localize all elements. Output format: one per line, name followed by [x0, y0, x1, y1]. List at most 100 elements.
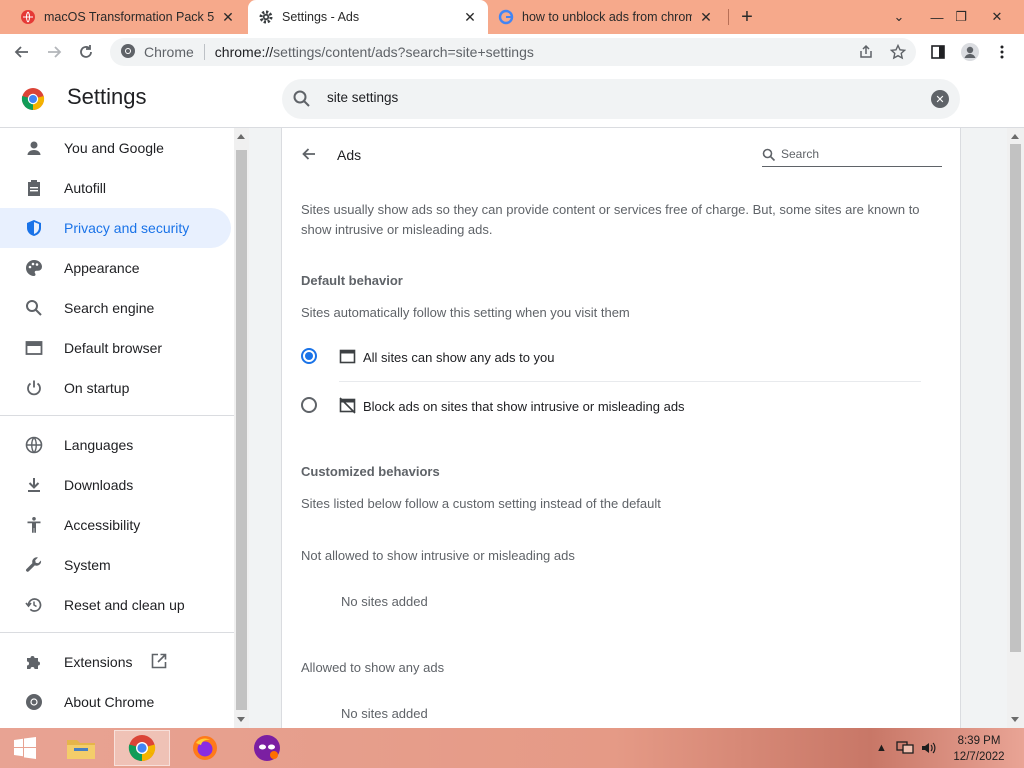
tab-title: how to unblock ads from chrome — [522, 10, 692, 24]
sidebar-item-autofill[interactable]: Autofill — [0, 168, 231, 208]
main-scrollbar[interactable] — [1007, 128, 1024, 728]
firefox-icon[interactable] — [182, 730, 228, 766]
tab-separator — [728, 9, 729, 25]
ad-window-icon — [339, 348, 356, 365]
tab-settings-ads[interactable]: Settings - Ads ✕ — [248, 0, 488, 34]
scrollbar-thumb[interactable] — [1010, 144, 1021, 652]
allowed-sites-empty: No sites added — [341, 706, 428, 721]
file-explorer-icon[interactable] — [58, 730, 104, 766]
share-icon[interactable] — [854, 40, 878, 64]
close-window-button[interactable]: ✕ — [980, 0, 1014, 34]
back-arrow-icon[interactable] — [300, 145, 320, 165]
wrench-icon — [24, 555, 44, 575]
settings-search-field[interactable]: site settings ✕ — [282, 79, 960, 119]
address-bar[interactable]: Chrome chrome://settings/content/ads?sea… — [110, 38, 916, 66]
chrome-taskbar-icon[interactable] — [114, 730, 170, 766]
shield-icon — [24, 218, 44, 238]
back-button[interactable] — [10, 40, 34, 64]
scrollbar-thumb[interactable] — [236, 150, 247, 710]
ads-search-placeholder: Search — [781, 147, 820, 161]
default-behavior-heading: Default behavior — [301, 273, 403, 288]
close-tab-icon[interactable]: ✕ — [698, 9, 714, 25]
settings-search-input[interactable]: site settings — [327, 90, 398, 105]
browser-toolbar: Chrome chrome://settings/content/ads?sea… — [0, 34, 1024, 70]
sidebar-item-appearance[interactable]: Appearance — [0, 248, 231, 288]
radio-button-checked[interactable] — [301, 348, 317, 364]
forward-button[interactable] — [42, 40, 66, 64]
sidebar-item-label: On startup — [64, 380, 130, 396]
gear-icon — [258, 9, 274, 25]
reload-button[interactable] — [74, 40, 98, 64]
omnibox-separator — [203, 44, 205, 60]
url-scheme: chrome:// — [214, 44, 274, 60]
close-tab-icon[interactable]: ✕ — [220, 9, 236, 25]
sidebar-item-reset-and-clean-up[interactable]: Reset and clean up — [0, 585, 231, 625]
scroll-up-arrow-icon[interactable] — [1011, 134, 1019, 139]
scroll-down-arrow-icon[interactable] — [1011, 717, 1019, 722]
sidebar-item-on-startup[interactable]: On startup — [0, 368, 231, 408]
blocked-sites-empty: No sites added — [341, 594, 428, 609]
side-panel-icon[interactable] — [926, 40, 950, 64]
sidebar-divider — [0, 632, 234, 633]
sidebar-scrollbar[interactable] — [234, 128, 249, 728]
blocked-sites-heading: Not allowed to show intrusive or mislead… — [301, 548, 575, 563]
tab-strip: macOS Transformation Pack 5.0 | ✕ Settin… — [0, 0, 1024, 34]
radio-option-block-intrusive[interactable]: Block ads on sites that show intrusive o… — [301, 384, 941, 430]
sidebar-item-about-chrome[interactable]: About Chrome — [0, 682, 231, 722]
radio-option-allow-all[interactable]: All sites can show any ads to you — [301, 335, 941, 381]
radio-label: Block ads on sites that show intrusive o… — [363, 399, 685, 414]
settings-sidebar: You and Google Autofill Privacy and secu… — [0, 128, 234, 728]
ads-search-field[interactable]: Search — [762, 145, 942, 167]
sidebar-item-downloads[interactable]: Downloads — [0, 465, 231, 505]
profile-avatar-icon[interactable] — [958, 40, 982, 64]
page-title: Settings — [67, 84, 147, 109]
ads-settings-card: Ads Search Sites usually show ads so the… — [281, 128, 961, 728]
sidebar-item-label: Languages — [64, 437, 134, 453]
new-tab-button[interactable]: + — [735, 5, 759, 29]
tray-overflow-icon[interactable]: ▲ — [876, 728, 887, 768]
sidebar-item-label: Downloads — [64, 477, 134, 493]
sidebar-item-privacy-and-security[interactable]: Privacy and security — [0, 208, 231, 248]
palette-icon — [24, 258, 44, 278]
sidebar-item-label: About Chrome — [64, 694, 155, 710]
restore-icon — [24, 595, 44, 615]
search-icon — [24, 298, 44, 318]
sidebar-item-accessibility[interactable]: Accessibility — [0, 505, 231, 545]
sidebar-item-label: Privacy and security — [64, 220, 190, 236]
sidebar-item-system[interactable]: System — [0, 545, 231, 585]
google-g-icon — [498, 9, 514, 25]
sidebar-item-search-engine[interactable]: Search engine — [0, 288, 231, 328]
more-menu-icon[interactable] — [990, 40, 1014, 64]
url-text[interactable]: chrome://settings/content/ads?search=sit… — [215, 44, 534, 60]
mask-app-icon[interactable] — [244, 730, 290, 766]
clipboard-icon — [24, 178, 44, 198]
site-info-chip[interactable]: Chrome — [120, 43, 194, 62]
restore-button[interactable]: ❐ — [944, 0, 978, 34]
ads-description: Sites usually show ads so they can provi… — [301, 202, 920, 237]
sidebar-item-you-and-google[interactable]: You and Google — [0, 128, 231, 168]
network-icon[interactable] — [896, 728, 914, 768]
sidebar-divider — [0, 415, 234, 416]
chrome-logo-icon — [21, 87, 45, 111]
radio-button-unchecked[interactable] — [301, 397, 317, 413]
sidebar-item-languages[interactable]: Languages — [0, 425, 231, 465]
tab-google-search[interactable]: how to unblock ads from chrome ✕ — [488, 0, 724, 34]
tab-search-icon[interactable]: ⌄ — [882, 0, 916, 34]
settings-header: Settings site settings ✕ — [0, 70, 1024, 128]
clear-search-icon[interactable]: ✕ — [931, 90, 949, 108]
tab-title: macOS Transformation Pack 5.0 | — [44, 10, 214, 24]
close-tab-icon[interactable]: ✕ — [462, 9, 478, 25]
chrome-icon — [24, 692, 44, 712]
sidebar-item-extensions[interactable]: Extensions — [0, 642, 231, 682]
tab-macos-transformation[interactable]: macOS Transformation Pack 5.0 | ✕ — [10, 0, 246, 34]
bookmark-star-icon[interactable] — [886, 40, 910, 64]
default-behavior-subtitle: Sites automatically follow this setting … — [301, 305, 630, 320]
taskbar-clock[interactable]: 8:39 PM 12/7/2022 — [944, 733, 1014, 765]
scroll-down-arrow-icon[interactable] — [237, 717, 245, 722]
sidebar-item-label: Extensions — [64, 654, 133, 670]
sidebar-item-default-browser[interactable]: Default browser — [0, 328, 231, 368]
volume-icon[interactable] — [920, 728, 938, 768]
scroll-up-arrow-icon[interactable] — [237, 134, 245, 139]
windows-taskbar: ▲ 8:39 PM 12/7/2022 — [0, 728, 1024, 768]
start-button[interactable] — [2, 730, 48, 766]
